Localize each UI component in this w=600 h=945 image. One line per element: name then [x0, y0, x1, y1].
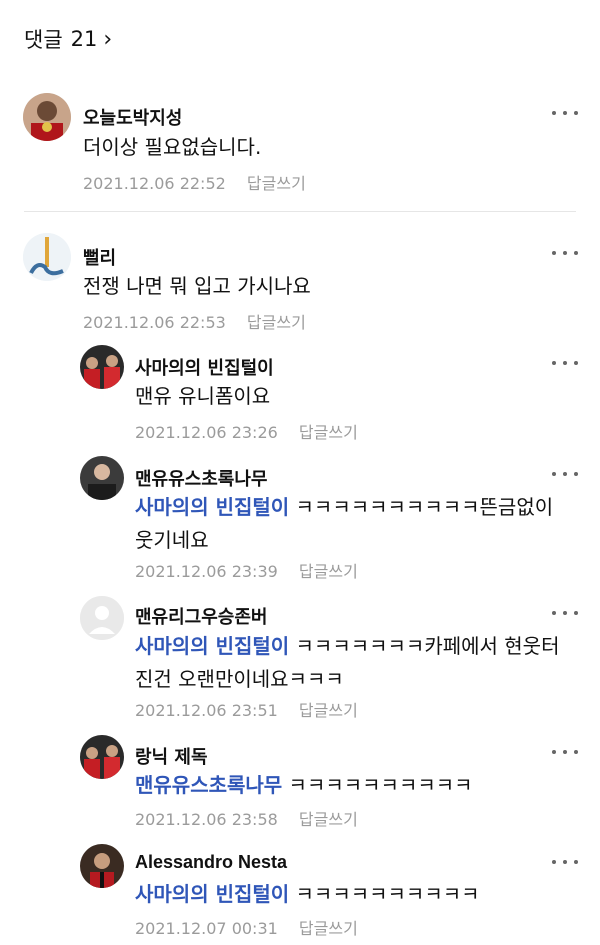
chevron-right-icon: › — [103, 26, 113, 52]
comment-text: 맨유 유니폼이요 — [135, 380, 575, 413]
more-options-icon[interactable] — [552, 248, 578, 258]
avatar[interactable] — [80, 844, 124, 888]
reply-button[interactable]: 답글쓰기 — [299, 810, 358, 829]
comment-date: 2021.12.07 00:31 — [135, 919, 278, 938]
comment-author[interactable]: 맨유유스초록나무 — [135, 465, 267, 491]
more-options-icon[interactable] — [552, 358, 578, 368]
reply-button[interactable]: 답글쓰기 — [299, 701, 358, 720]
comment-author[interactable]: 오늘도박지성 — [83, 104, 182, 130]
comment-text-content: ㅋㅋㅋㅋㅋㅋㅋㅋㅋㅋ — [282, 773, 473, 797]
comment-date: 2021.12.06 22:52 — [83, 174, 226, 193]
reply-button[interactable]: 답글쓰기 — [247, 313, 306, 332]
more-options-icon[interactable] — [552, 747, 578, 757]
comment-text: 전쟁 나면 뭐 입고 가시나요 — [83, 274, 311, 298]
comment-author[interactable]: Alessandro Nesta — [135, 852, 287, 873]
comment-author[interactable]: 사마의의 빈집털이 — [135, 354, 274, 380]
comment-text: 맨유유스초록나무 ㅋㅋㅋㅋㅋㅋㅋㅋㅋㅋ — [135, 769, 575, 802]
comments-header[interactable]: 댓글 21 › — [24, 22, 112, 56]
mention-link[interactable]: 맨유유스초록나무 — [135, 773, 282, 797]
divider — [24, 211, 576, 212]
more-options-icon[interactable] — [552, 108, 578, 118]
comment-text: 사마의의 빈집털이 ㅋㅋㅋㅋㅋㅋㅋ카페에서 현웃터진건 오랜만이네요ㅋㅋㅋ — [135, 630, 575, 696]
mention-link[interactable]: 사마의의 빈집털이 — [135, 882, 289, 906]
reply-button[interactable]: 답글쓰기 — [299, 919, 358, 938]
comment-date: 2021.12.06 23:26 — [135, 423, 278, 442]
comment-date: 2021.12.06 22:53 — [83, 313, 226, 332]
comment-author[interactable]: 뻘리 — [83, 244, 116, 270]
avatar[interactable] — [23, 233, 71, 281]
avatar[interactable] — [23, 93, 71, 141]
avatar[interactable] — [80, 596, 124, 640]
avatar[interactable] — [80, 345, 124, 389]
comment-text: 사마의의 빈집털이 ㅋㅋㅋㅋㅋㅋㅋㅋㅋㅋ뜬금없이 웃기네요 — [135, 491, 570, 557]
comments-title: 댓글 — [24, 28, 63, 52]
comment-text-content: 맨유 유니폼이요 — [135, 384, 271, 408]
reply-button[interactable]: 답글쓰기 — [299, 562, 358, 581]
avatar[interactable] — [80, 456, 124, 500]
more-options-icon[interactable] — [552, 857, 578, 867]
comments-count: 21 — [70, 27, 98, 51]
comment-author[interactable]: 랑닉 제독 — [135, 743, 208, 769]
comment-text: 더이상 필요없습니다. — [83, 135, 262, 159]
comment-text: 사마의의 빈집털이 ㅋㅋㅋㅋㅋㅋㅋㅋㅋㅋ — [135, 878, 575, 911]
comment-author[interactable]: 맨유리그우승존버 — [135, 603, 267, 629]
reply-button[interactable]: 답글쓰기 — [299, 423, 358, 442]
more-options-icon[interactable] — [552, 608, 578, 618]
comment-date: 2021.12.06 23:58 — [135, 810, 278, 829]
comment-date: 2021.12.06 23:51 — [135, 701, 278, 720]
avatar[interactable] — [80, 735, 124, 779]
comment-text-content: ㅋㅋㅋㅋㅋㅋㅋㅋㅋㅋ — [289, 882, 480, 906]
mention-link[interactable]: 사마의의 빈집털이 — [135, 634, 289, 658]
comment-date: 2021.12.06 23:39 — [135, 562, 278, 581]
more-options-icon[interactable] — [552, 469, 578, 479]
mention-link[interactable]: 사마의의 빈집털이 — [135, 495, 289, 519]
reply-button[interactable]: 답글쓰기 — [247, 174, 306, 193]
